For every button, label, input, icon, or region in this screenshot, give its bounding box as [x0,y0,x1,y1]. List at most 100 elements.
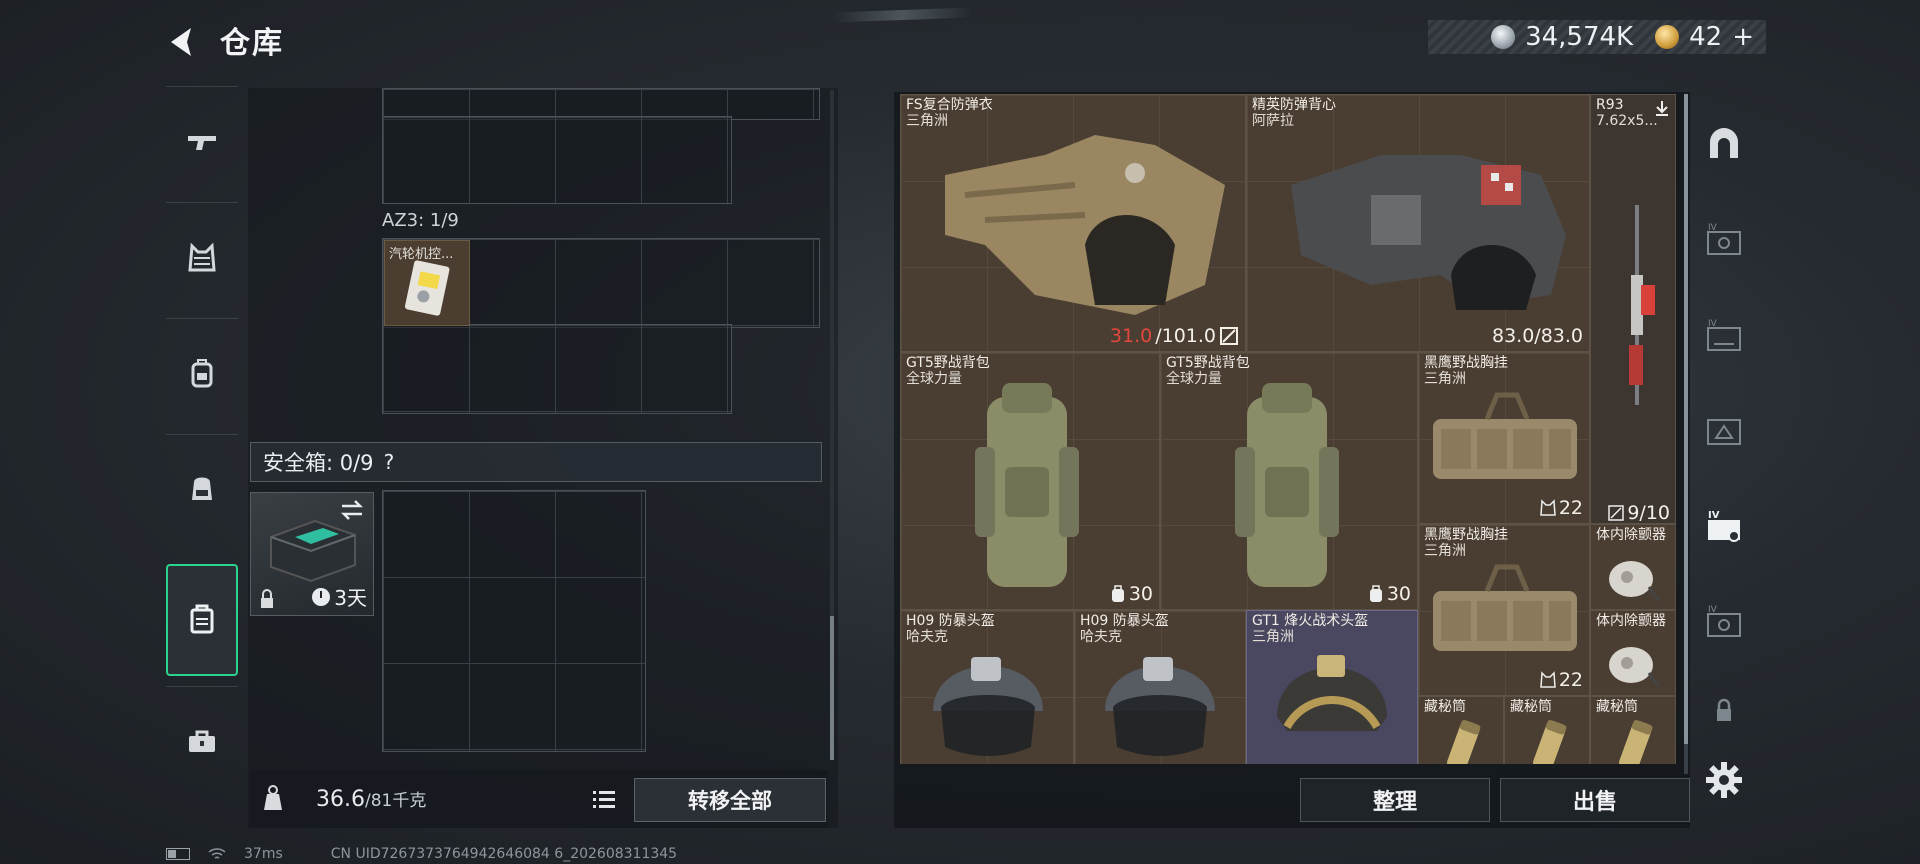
armor-vest-icon [188,242,216,272]
safe-box-item[interactable]: 3天 [250,492,374,616]
nav-item-armor[interactable] [166,202,238,313]
storage-tab-icon: IV [1707,319,1741,351]
stash-item-gt5-backpack[interactable]: GT5野战背包 全球力量 30 [1160,352,1418,610]
left-scrollbar-thumb[interactable] [830,616,834,760]
broken-armor-icon [1220,327,1238,345]
back-arrow-icon[interactable] [163,22,203,62]
controller-card-icon [404,260,450,316]
defibrillator-icon [1609,647,1661,688]
swap-icon[interactable] [339,499,365,521]
svg-text:IV: IV [1708,319,1718,329]
capacity-value: 22 [1558,497,1583,519]
backpack-small-icon [1369,585,1382,602]
safe-box-grid[interactable] [382,490,646,752]
item-origin: 三角洲 [1424,543,1466,559]
lock-icon [1717,698,1731,721]
status-bar: 37ms CN UID7267373764942646084 6_2026083… [166,846,677,862]
chest-rig-icon [192,477,212,500]
uid: CN UID7267373764942646084 6_202608311345 [330,846,678,862]
stash-item-secret-tube[interactable]: 藏秘筒 [1504,696,1590,764]
weight-current: 36.6 [316,787,365,812]
stash-tab-locked[interactable] [1694,672,1754,748]
stash-item-elite-vest[interactable]: 精英防弹背心 阿萨拉 83.0/83.0 [1246,94,1590,352]
stash-tab-main[interactable] [1694,106,1754,182]
stash-tab-3[interactable]: IV [1694,298,1754,374]
nav-item-weapon[interactable] [166,86,238,197]
item-name: H09 防暴头盔 [906,613,995,629]
stash-tab-nav: IV IV IV IV [1694,92,1754,772]
stash-item-chest-rig[interactable]: 黑鹰野战胸挂 三角洲 22 [1418,352,1590,524]
item-ammo: 7.62x5... [1596,113,1658,129]
svg-text:IV: IV [1708,223,1718,233]
add-currency-button[interactable]: + [1732,22,1754,52]
nav-item-toolbox[interactable] [166,686,238,797]
stash-tab-6[interactable]: IV [1694,584,1754,660]
stash-item-gt5-backpack[interactable]: GT5野战背包 全球力量 30 [900,352,1160,610]
help-icon[interactable]: ? [384,450,395,474]
svg-text:IV: IV [1708,605,1718,615]
sell-button[interactable]: 出售 [1500,778,1690,822]
capacity-value: 30 [1386,583,1411,605]
stash-item-chest-rig[interactable]: 黑鹰野战胸挂 三角洲 22 [1418,524,1590,696]
stash-tab-5[interactable]: IV [1694,488,1754,564]
item-origin: 全球力量 [1166,371,1222,387]
stash-scrollbar-thumb[interactable] [1684,94,1688,744]
stash-tab-2[interactable]: IV [1694,202,1754,278]
storage-tab-icon: IV [1707,223,1741,255]
ping: 37ms [244,846,283,862]
stash-item-fs-armor[interactable]: FS复合防弹衣 三角洲 31.0/101.0 [900,94,1246,352]
durability: 83.0/83.0 [1491,325,1583,347]
capacity: 30 [1368,583,1411,605]
defibrillator-icon [1609,561,1661,602]
transfer-all-button[interactable]: 转移全部 [634,778,826,822]
gun-icon [188,136,216,150]
clock-icon [312,587,331,606]
nav-item-backpack[interactable] [166,318,238,429]
download-icon[interactable] [1653,99,1671,117]
tube-icon [1619,719,1653,764]
item-name: 精英防弹背心 [1252,97,1336,113]
stash-item-r93[interactable]: R93 7.62x5... [1590,94,1676,524]
storage-tab-icon [1707,419,1741,445]
lock-icon [261,589,273,608]
stash-item-h09-helmet[interactable]: H09 防暴头盔 哈夫克 [1074,610,1246,764]
item-name: GT1 烽火战术头盔 [1252,613,1369,629]
item-name: 黑鹰野战胸挂 [1424,527,1508,543]
weight-icon [264,785,282,810]
capacity: 22 [1540,669,1583,691]
stash-tab-4[interactable] [1694,392,1754,468]
stash-item-gt1-helmet[interactable]: GT1 烽火战术头盔 三角洲 [1246,610,1418,764]
nav-item-safe-box[interactable] [166,564,238,676]
az3-grid-row2[interactable] [382,324,732,414]
top-decoration [831,7,973,23]
list-icon [593,791,615,808]
durability: 31.0/101.0 [1110,325,1239,347]
item-origin: 三角洲 [1424,371,1466,387]
stash-item-h09-helmet[interactable]: H09 防暴头盔 哈夫克 [900,610,1074,764]
r93-durability: 9/10 [1590,502,1676,524]
arch-icon [1710,128,1738,158]
list-view-button[interactable] [588,784,620,814]
stash-item-defibrillator[interactable]: 体内除颤器 [1590,524,1676,610]
item-name: 藏秘筒 [1424,699,1466,715]
stash-grid: FS复合防弹衣 三角洲 31.0/101.0 精英防弹背心 阿萨拉 83.0/8… [900,94,1676,764]
backpack-small-icon [1111,585,1124,602]
stash-item-secret-tube[interactable]: 藏秘筒 [1418,696,1504,764]
capacity-value: 22 [1558,669,1583,691]
gear-icon[interactable] [1704,760,1744,800]
sort-button[interactable]: 整理 [1300,778,1490,822]
turbine-controller-item[interactable]: 汽轮机控... [384,240,470,326]
wifi-icon [208,848,226,859]
sniper-rifle-icon [1629,205,1655,405]
container-grid-upper[interactable] [382,116,732,204]
stash-item-defibrillator[interactable]: 体内除颤器 [1590,610,1676,696]
nav-item-chest-rig[interactable] [166,434,238,545]
gold-coin-icon [1655,25,1680,49]
durability-value: 9/10 [1627,502,1670,524]
chest-rig-small-icon [1540,499,1556,516]
weight-max: /81千克 [364,791,427,811]
battery-icon [166,848,190,860]
left-category-nav [166,86,238,806]
silver-amount: 34,574K [1525,22,1634,52]
stash-item-secret-tube[interactable]: 藏秘筒 [1590,696,1676,764]
